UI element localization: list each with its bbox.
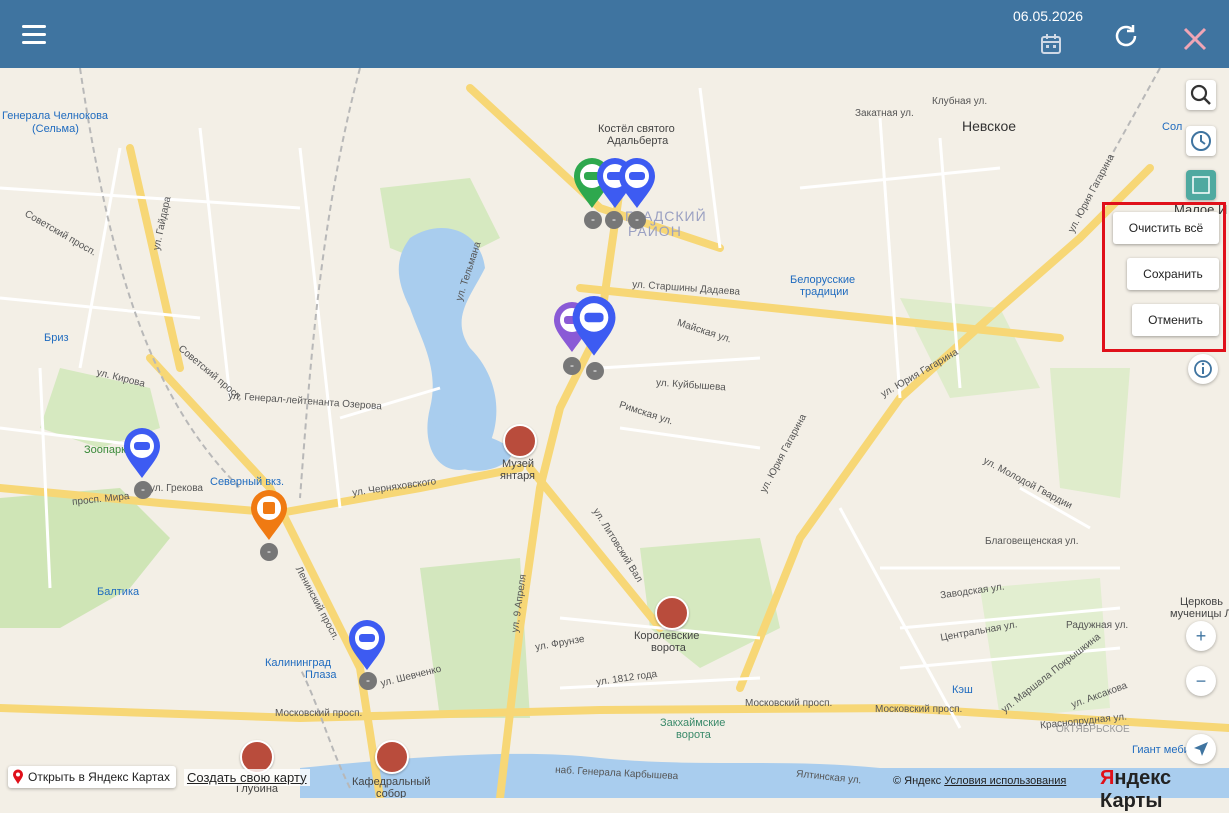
label-kostel: Костёл святого (598, 123, 675, 135)
date-label: 06.05.2026 (1013, 8, 1084, 24)
copyright-text: © Яндекс (893, 775, 942, 787)
street-radujnaya: Радужная ул. (1066, 620, 1129, 631)
layers-icon (1192, 176, 1210, 194)
royal-gate-photo[interactable] (655, 596, 689, 630)
info-icon (1194, 360, 1212, 378)
copyright: © Яндекс Условия использования (893, 775, 1066, 787)
locate-button[interactable] (1186, 734, 1216, 764)
layers-button[interactable] (1186, 170, 1216, 200)
street-moskovsky-2: Московский просп. (745, 698, 833, 709)
marker-minus-5[interactable]: - (586, 362, 604, 380)
street-zakatnaya: Закатная ул. (855, 108, 914, 119)
hamburger-icon[interactable] (22, 25, 46, 45)
label-severny: Северный вкз. (210, 476, 285, 488)
label-belorusskie: Белорусские (790, 274, 856, 286)
label-adalberta: Адальберта (607, 135, 669, 147)
label-yantarya: янтаря (500, 470, 536, 482)
marker-minus-4[interactable]: - (563, 357, 581, 375)
label-kesh: Кэш (952, 684, 973, 696)
map-footer-left: Открыть в Яндекс Картах Создать свою кар… (8, 766, 310, 788)
marker-minus-3[interactable]: - (628, 211, 646, 229)
label-tserkov: Церковь (1180, 596, 1224, 608)
search-button[interactable] (1186, 80, 1216, 110)
marker-minus-7[interactable]: - (260, 543, 278, 561)
locate-icon (1194, 742, 1208, 756)
vehicle-marker-blue-4[interactable] (122, 428, 162, 480)
label-sobor: собор (376, 788, 407, 798)
calendar-icon[interactable] (1040, 33, 1062, 55)
label-selma: (Сельма) (32, 123, 79, 135)
label-kafedralny: Кафедральный (352, 776, 431, 788)
zoom-in-button[interactable]: + (1186, 621, 1216, 651)
street-moskovsky: Московский просп. (275, 708, 363, 719)
label-korolevskie: Королевские (634, 630, 700, 642)
vehicle-marker-blue-2[interactable] (617, 158, 657, 210)
vehicle-marker-blue-5[interactable] (347, 620, 387, 672)
label-muzei: Музей (502, 458, 534, 470)
street-klubnaya: Клубная ул. (932, 96, 988, 107)
close-icon[interactable] (1182, 26, 1208, 52)
label-plaza: Плаза (305, 669, 337, 681)
clock-icon (1191, 131, 1211, 151)
street-grekova: ул. Грекова (150, 483, 203, 494)
open-in-yandex-button[interactable]: Открыть в Яндекс Картах (8, 766, 176, 788)
label-nevskoe: Невское (962, 118, 1017, 134)
label-sol: Сол (1162, 121, 1183, 133)
station-marker-orange[interactable] (249, 490, 289, 542)
street-blagoveshchenskaya: Благовещенская ул. (985, 536, 1079, 547)
top-bar: 06.05.2026 (0, 0, 1229, 68)
marker-minus-6[interactable]: - (134, 481, 152, 499)
label-baltika: Балтика (97, 586, 140, 598)
marker-minus-8[interactable]: - (359, 672, 377, 690)
label-zoopark: Зоопарк (84, 444, 126, 456)
history-button[interactable] (1186, 126, 1216, 156)
label-chelnokova: Генерала Челнокова (2, 110, 108, 122)
info-button[interactable] (1188, 354, 1218, 384)
label-zakhaimskie: Закхаймские (660, 717, 726, 729)
open-in-yandex-label: Открыть в Яндекс Картах (28, 770, 170, 784)
label-kaliningrad: Калининград (265, 657, 332, 669)
search-icon (1190, 84, 1211, 105)
terms-link[interactable]: Условия использования (944, 775, 1066, 787)
refresh-icon[interactable] (1112, 22, 1140, 50)
label-briz: Бриз (44, 332, 69, 344)
zoom-out-button[interactable]: − (1186, 666, 1216, 696)
label-vorota2: ворота (676, 729, 711, 741)
label-tradicii: традиции (800, 286, 849, 298)
cathedral-photo[interactable] (375, 740, 409, 774)
label-muchenitsy: мученицы Ли (1170, 608, 1229, 620)
label-giant: Гиант меби (1132, 744, 1190, 756)
vehicle-marker-blue-3[interactable] (570, 296, 618, 358)
street-moskovsky-3: Московский просп. (875, 704, 963, 715)
marker-minus-2[interactable]: - (605, 211, 623, 229)
yandex-maps-logo: Яндекс Карты (1100, 767, 1229, 813)
map-area[interactable]: Невское ГРАДСКИЙ РАЙОН Генерала Челноков… (0, 68, 1229, 798)
museum-amber-photo[interactable] (503, 424, 537, 458)
highlight-box (1102, 202, 1226, 352)
marker-minus-1[interactable]: - (584, 211, 602, 229)
pin-icon (13, 769, 23, 784)
logo-ya: Я (1100, 767, 1115, 789)
create-map-link[interactable]: Создать свою карту (183, 768, 310, 786)
label-vorota: ворота (651, 642, 686, 654)
